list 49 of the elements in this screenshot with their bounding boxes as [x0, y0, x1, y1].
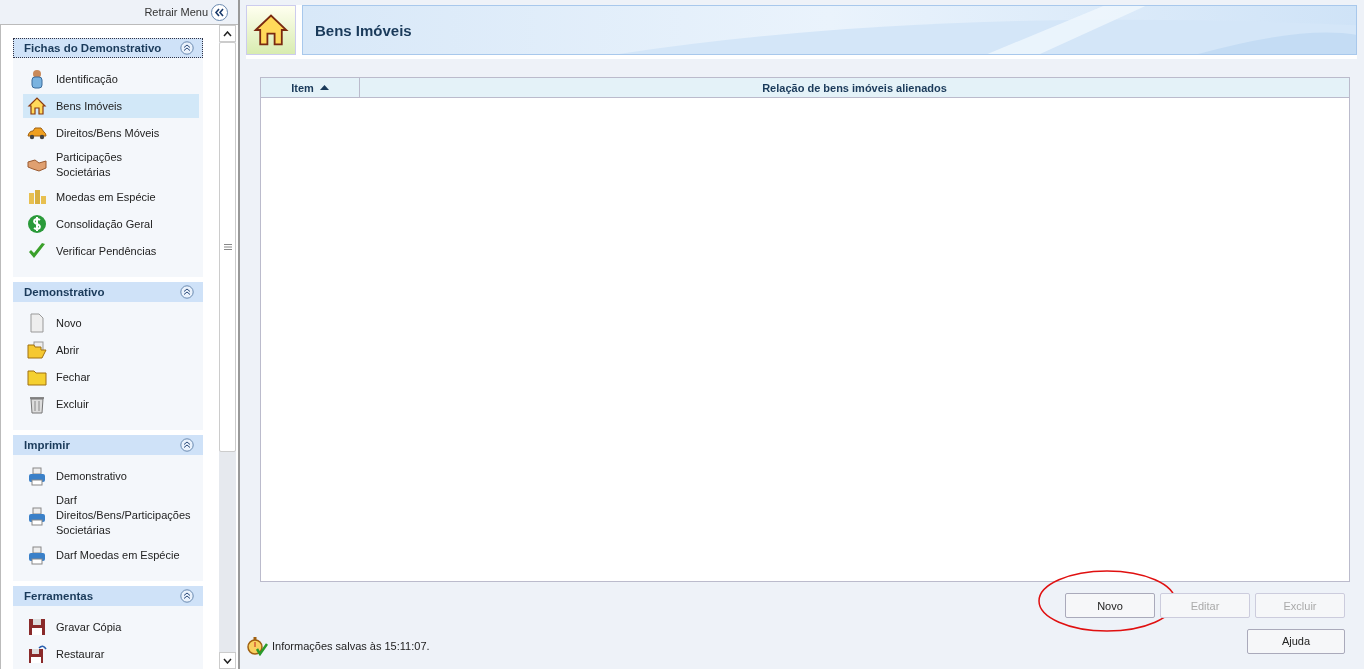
double-chevron-left-icon: [214, 6, 225, 18]
menu-item[interactable]: Restaurar: [23, 642, 199, 666]
column-header[interactable]: Item: [261, 78, 360, 97]
menu-item[interactable]: Consolidação Geral: [23, 212, 199, 236]
menu-item[interactable]: Gravar Cópia: [23, 615, 199, 639]
open-folder-icon: [27, 340, 47, 360]
section-header[interactable]: Imprimir: [13, 435, 203, 455]
menu-item[interactable]: Verificar Pendências: [23, 239, 199, 263]
menu-item[interactable]: Abrir: [23, 338, 199, 362]
dollar-icon: [27, 214, 47, 234]
status-message: Informações salvas às 15:11:07.: [272, 640, 430, 652]
menu-item[interactable]: Moedas em Espécie: [23, 185, 199, 209]
collapse-icon[interactable]: [180, 285, 194, 299]
menu-item[interactable]: Excluir: [23, 392, 199, 416]
section-header[interactable]: Fichas do Demonstrativo: [13, 38, 203, 58]
folder-icon: [27, 367, 47, 387]
printer-icon: [27, 505, 47, 526]
menu-item[interactable]: Direitos/Bens Móveis: [23, 121, 199, 145]
scroll-up-icon[interactable]: [223, 30, 232, 37]
menu-item[interactable]: Darf Direitos/Bens/Participações Societárias: [23, 491, 199, 540]
floppy-disk-arrow-icon: [27, 644, 47, 664]
section-header[interactable]: Demonstrativo: [13, 282, 203, 302]
section-header[interactable]: Ferramentas: [13, 586, 203, 606]
document-icon: [27, 313, 47, 333]
menu-item[interactable]: Darf Moedas em Espécie: [23, 543, 199, 567]
collapse-menu-button[interactable]: [211, 3, 228, 21]
stopwatch-check-icon: [246, 636, 268, 656]
menu-item[interactable]: Identificação: [23, 67, 199, 91]
printer-icon: [27, 466, 47, 486]
collapse-menu-label: Retrair Menu: [144, 6, 208, 18]
printer-icon: [27, 545, 47, 565]
house-icon: [27, 96, 47, 116]
page-title: Bens Imóveis: [315, 22, 412, 39]
house-icon: [253, 12, 289, 48]
help-button[interactable]: Ajuda: [1247, 628, 1345, 654]
coins-icon: [27, 187, 47, 207]
scroll-down-icon[interactable]: [223, 657, 232, 664]
menu-item[interactable]: Novo: [23, 311, 199, 335]
trash-icon: [27, 394, 47, 414]
collapse-icon[interactable]: [180, 438, 194, 452]
menu-item[interactable]: Fechar: [23, 365, 199, 389]
collapse-icon[interactable]: [180, 589, 194, 603]
menu-item[interactable]: Participações Societárias: [23, 148, 199, 182]
menu-item[interactable]: Bens Imóveis: [23, 94, 199, 118]
column-header[interactable]: Relação de bens imóveis alienados: [360, 78, 1349, 97]
grip-icon[interactable]: [223, 243, 232, 251]
collapse-icon[interactable]: [180, 41, 194, 55]
action-button[interactable]: Novo: [1065, 593, 1155, 618]
menu-item[interactable]: Demonstrativo: [23, 464, 199, 488]
